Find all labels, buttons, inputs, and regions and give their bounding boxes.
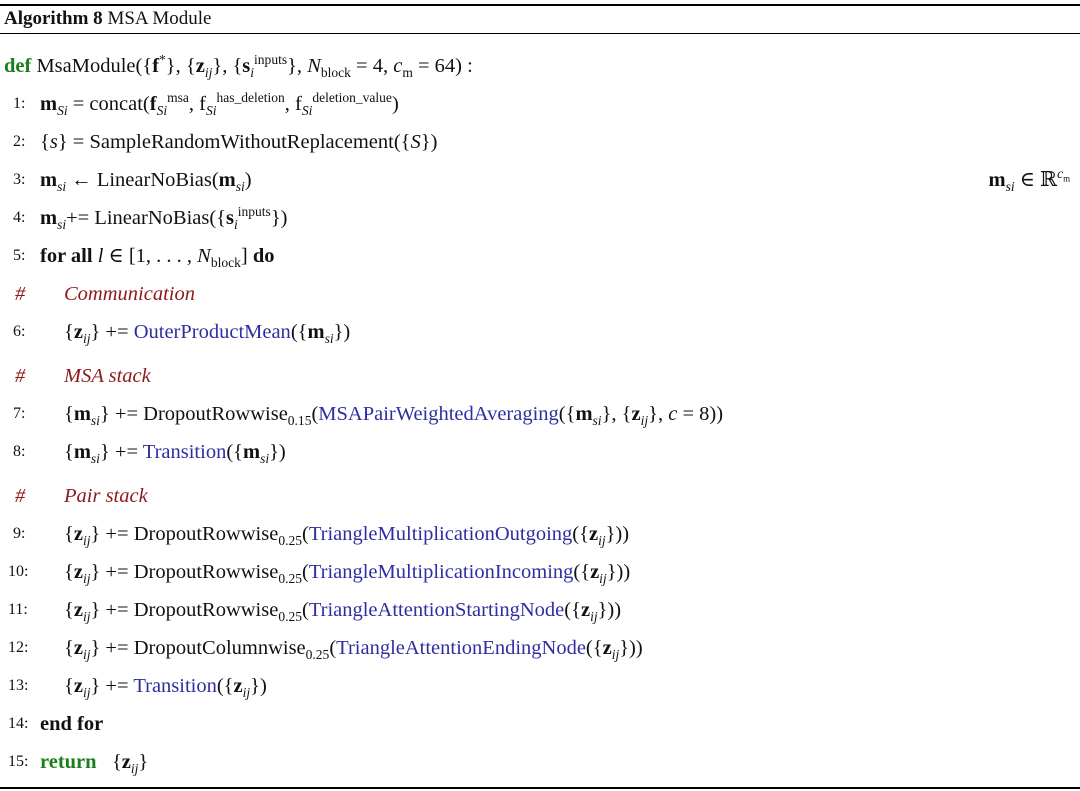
line-13: 13: {zij} += Transition({zij}) [0,667,1080,705]
line-number: 14: [8,715,29,732]
line-8: 8: {msi} += Transition({msi}) [0,433,1080,471]
line-7: 7: {msi} += DropoutRowwise0.15(MSAPairWe… [0,395,1080,433]
line-5: 5: for all l ∈ [1, . . . , Nblock] do [0,237,1080,275]
comment-text: Pair stack [64,485,148,507]
bottom-rule [0,787,1080,789]
comment-text: Communication [64,283,195,305]
comment-msa-stack: # MSA stack [0,357,1080,395]
line-12: 12: {zij} += DropoutColumnwise0.25(Trian… [0,629,1080,667]
line-number: 3: [13,171,26,188]
line-number: 2: [13,133,26,150]
line-number: 1: [13,95,26,112]
line-number: 4: [13,209,26,226]
line-6: 6: {zij} += OuterProductMean({msi}) [0,313,1080,351]
line-14: 14: end for [0,705,1080,743]
line-number: 10: [8,563,29,580]
signature-line: def MsaModule({f*}, {zij}, {siinputs}, N… [4,52,473,81]
line-11: 11: {zij} += DropoutRowwise0.25(Triangle… [0,591,1080,629]
line-number: 11: [8,601,28,618]
comment-pair-stack: # Pair stack [0,477,1080,515]
comment-communication: # Communication [0,275,1080,313]
top-rule [0,4,1080,6]
line-number: 8: [13,443,26,460]
line-number: 7: [13,405,26,422]
line-number: 6: [13,323,26,340]
line-4: 4: msi+= LinearNoBias({siinputs}) [0,199,1080,237]
line-number: 13: [8,677,29,694]
line-10: 10: {zij} += DropoutRowwise0.25(Triangle… [0,553,1080,591]
line-2: 2: {s} = SampleRandomWithoutReplacement(… [0,123,1080,161]
line-number: 9: [13,525,26,542]
algorithm-caption: Algorithm 8 MSA Module [4,7,211,31]
line-15: 15: return {zij} [0,743,1080,781]
line-number: 12: [8,639,29,656]
def-keyword: def [4,55,32,77]
function-name: MsaModule [36,55,136,77]
dimension-annotation: msi ∈ ℝcm [988,166,1071,195]
caption-rule [0,33,1080,34]
algorithm-label: Algorithm 8 [4,8,103,29]
line-1: 1: mSi = concat(fSimsa, fSihas_deletion,… [0,85,1080,123]
line-number: 15: [8,753,29,770]
line-3: 3: msi ← LinearNoBias(msi) msi ∈ ℝcm [0,161,1080,199]
comment-text: MSA stack [64,365,151,387]
line-9: 9: {zij} += DropoutRowwise0.25(TriangleM… [0,515,1080,553]
line-number: 5: [13,247,26,264]
algorithm-title: MSA Module [107,8,212,29]
